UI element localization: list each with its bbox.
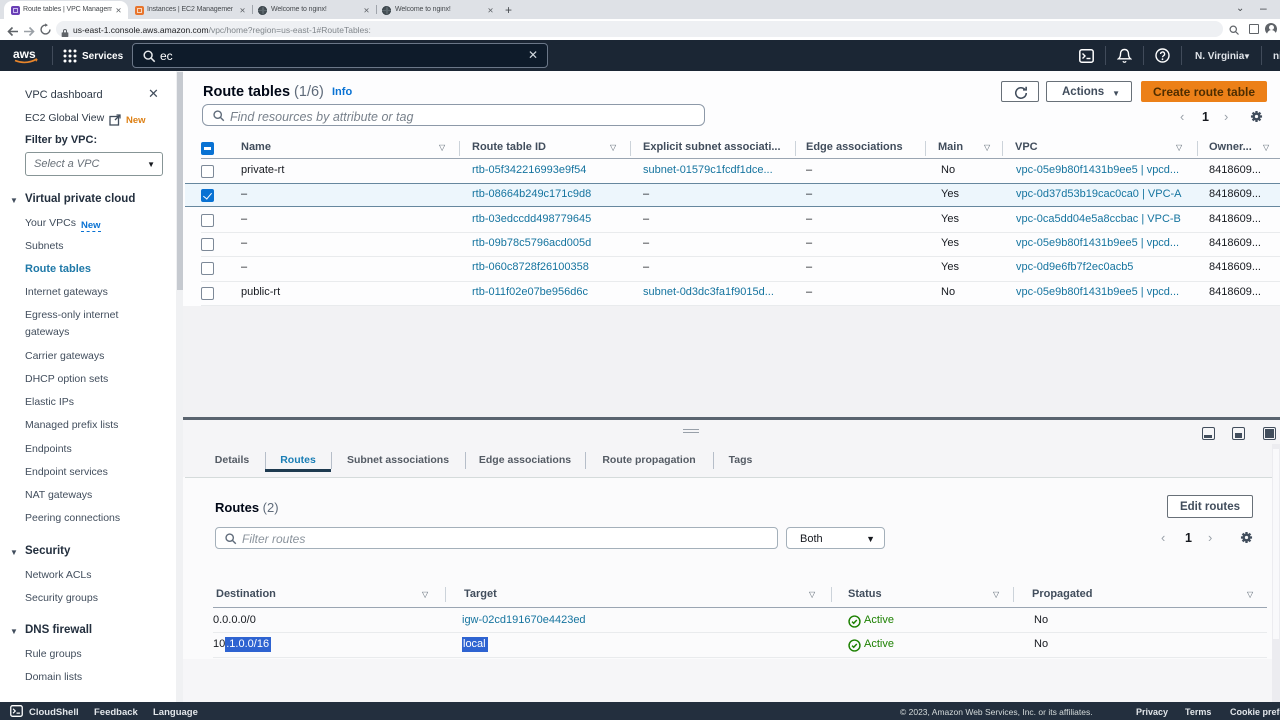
svg-text:aws: aws: [13, 47, 36, 61]
